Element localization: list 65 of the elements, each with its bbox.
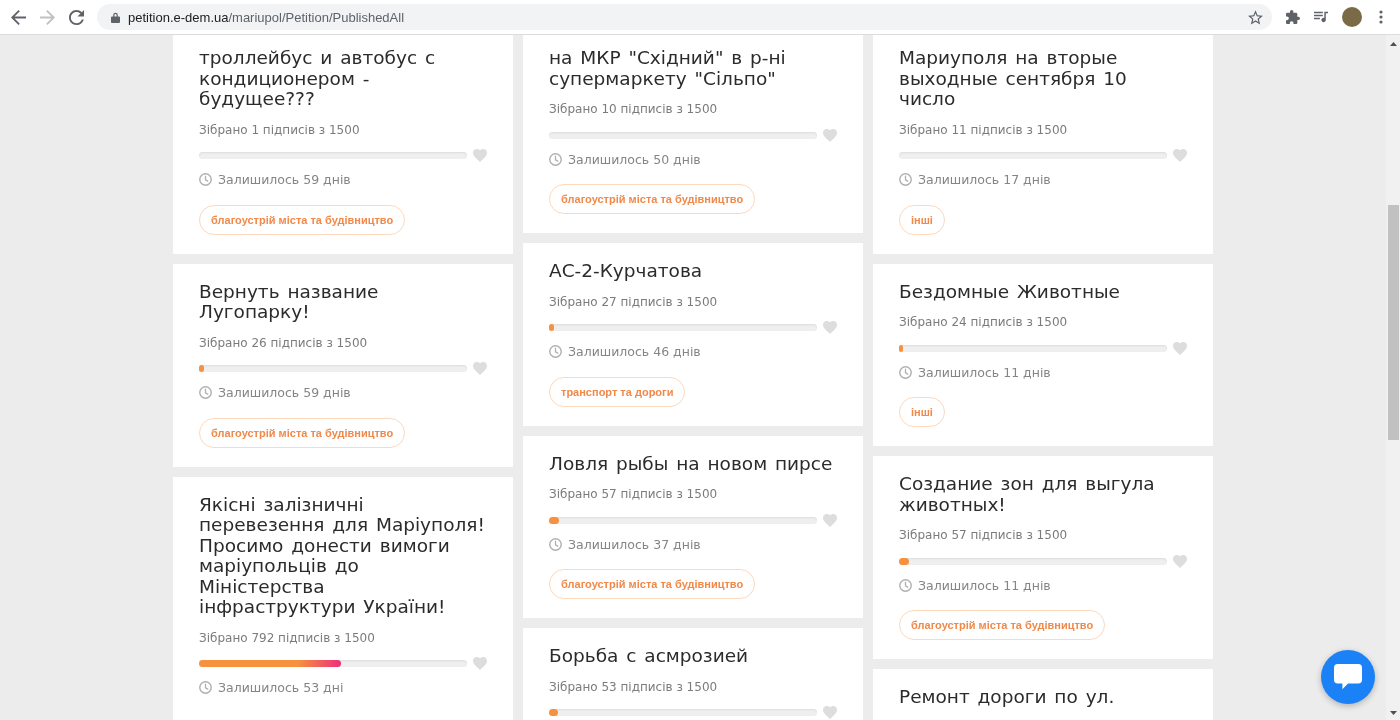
days-left: Залишилось 59 днів (218, 385, 351, 400)
signature-count: Зібрано 57 підписів з 1500 (549, 486, 719, 503)
clock-icon (199, 681, 212, 694)
petition-title[interactable]: Мариуполя на вторые выходные сентября 10 число (899, 48, 1187, 110)
heart-icon[interactable] (1173, 149, 1187, 162)
petition-title[interactable]: Якісні залізничні перевезення для Маріуполя! Просимо донести вимоги маріупольців до Міністерства інфраструктури України! (199, 494, 487, 618)
scroll-down-arrow-icon[interactable] (1389, 711, 1397, 715)
petition-title[interactable]: Бездомные Животные (899, 281, 1187, 302)
petition-title[interactable]: Вернуть название Лугопарку! (199, 281, 487, 323)
clock-icon (549, 152, 562, 166)
url-text: petition.e-dem.ua/mariupol/Petition/PublishedAll (128, 9, 406, 25)
days-left: Залишилось 11 днів (918, 577, 1051, 593)
petition-title[interactable]: Борьба с асмрозией (549, 646, 837, 667)
scrollbar-thumb[interactable] (1387, 205, 1399, 440)
clock-icon (199, 173, 212, 186)
heart-icon[interactable] (473, 362, 487, 375)
petition-title[interactable]: Создание зон для выгула животных! (899, 474, 1187, 515)
days-left: Залишилось 50 днів (568, 151, 701, 167)
heart-icon[interactable] (823, 513, 837, 527)
petition-title[interactable]: АС-2-Курчатова (549, 261, 837, 282)
clock-icon (899, 365, 912, 379)
clock-icon (899, 173, 912, 186)
petition-title[interactable]: троллейбус и автобус с кондиционером - будущее??? (199, 48, 487, 110)
heart-icon[interactable] (823, 321, 837, 334)
menu-icon[interactable] (1379, 10, 1383, 24)
signature-count: Зібрано 57 підписів з 1500 (899, 527, 1069, 544)
scrollbar[interactable] (1386, 35, 1400, 720)
days-left: Залишилось 37 днів (568, 536, 701, 552)
signature-count: Зібрано 11 підписів з 1500 (899, 121, 1069, 139)
signature-count: Зібрано 26 підписів з 1500 (199, 334, 369, 352)
media-queue-icon[interactable] (1314, 10, 1328, 24)
chat-button[interactable] (1321, 650, 1375, 704)
clock-icon (199, 386, 212, 399)
days-left: Залишилось 17 днів (918, 172, 1051, 187)
clock-icon (549, 345, 562, 358)
clock-icon (549, 537, 562, 551)
puzzle-icon[interactable] (1286, 10, 1300, 24)
signature-count: Зібрано 24 підписів з 1500 (899, 314, 1069, 331)
petition-title[interactable]: Ловля рыбы на новом пирсе (549, 453, 837, 474)
reload-icon[interactable] (69, 9, 84, 25)
petition-title[interactable]: Ремонт дороги по ул. (899, 687, 1187, 708)
heart-icon[interactable] (1173, 341, 1187, 355)
days-left: Залишилось 11 днів (918, 364, 1051, 380)
heart-icon[interactable] (473, 149, 487, 162)
petition-title[interactable]: на МКР "Східний" в р-ні супермаркету "Сільпо" (549, 48, 837, 89)
signature-count: Зібрано 1 підписів з 1500 (199, 121, 361, 139)
signature-count: Зібрано 792 підписів з 1500 (199, 629, 376, 647)
scroll-up-arrow-icon[interactable] (1389, 42, 1397, 46)
address-bar[interactable]: petition.e-dem.ua/mariupol/Petition/PublishedAll (97, 4, 1272, 30)
heart-icon[interactable] (823, 128, 837, 142)
clock-icon (899, 578, 912, 592)
profile-photo-placeholder[interactable] (1342, 7, 1362, 27)
back-arrow-icon[interactable] (11, 9, 26, 25)
heart-icon[interactable] (823, 706, 837, 719)
star-icon[interactable] (1248, 9, 1263, 25)
signature-count: Зібрано 27 підписів з 1500 (549, 293, 719, 311)
days-left: Залишилось 59 днів (218, 172, 351, 187)
heart-icon[interactable] (1173, 554, 1187, 568)
days-left: Залишилось 53 дні (218, 680, 344, 695)
lock-icon (111, 11, 120, 23)
heart-icon[interactable] (473, 657, 487, 670)
signature-count: Зібрано 53 підписів з 1500 (549, 678, 719, 696)
days-left: Залишилось 46 днів (568, 344, 701, 359)
speech-bubble-icon (1333, 663, 1363, 691)
signature-count: Зібрано 10 підписів з 1500 (549, 101, 719, 118)
